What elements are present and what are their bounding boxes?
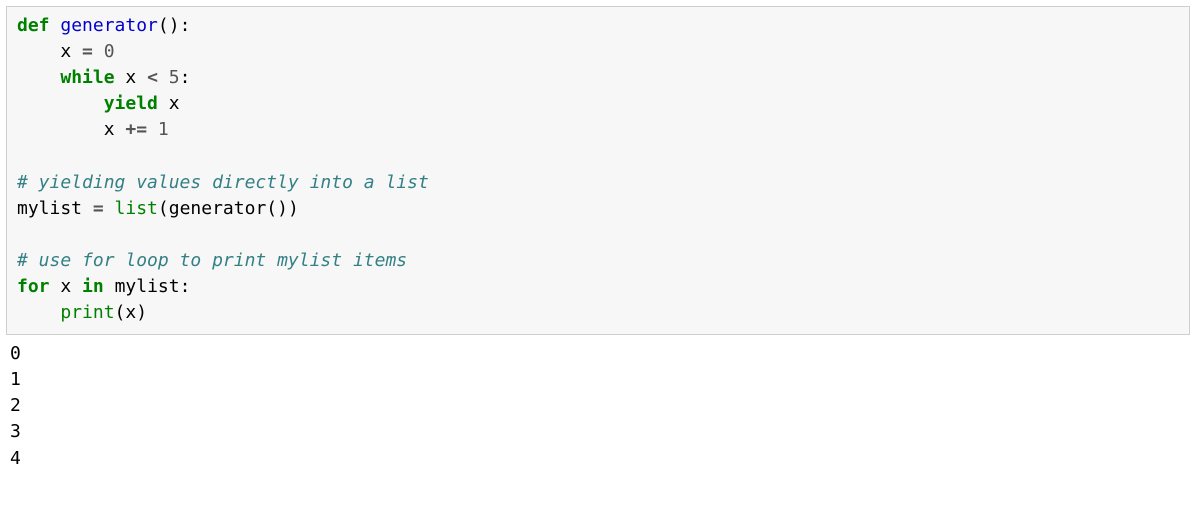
space xyxy=(104,198,115,219)
output-line: 1 xyxy=(10,369,21,390)
builtin-list: list xyxy=(115,198,158,219)
space xyxy=(50,276,61,297)
output-line: 2 xyxy=(10,395,21,416)
func-call: generator xyxy=(169,198,267,219)
var-mylist: mylist xyxy=(17,198,93,219)
space xyxy=(93,41,104,62)
operator-assign: = xyxy=(93,198,104,219)
var-x: x xyxy=(125,67,147,88)
output-line: 0 xyxy=(10,343,21,364)
operator-assign: = xyxy=(82,41,93,62)
comment: # use for loop to print mylist items xyxy=(17,250,407,271)
keyword-for: for xyxy=(17,276,50,297)
number-zero: 0 xyxy=(104,41,115,62)
output-block: 0 1 2 3 4 xyxy=(6,341,1190,471)
code-content: def generator(): x = 0 while x < 5: yiel… xyxy=(17,15,429,323)
number-five: 5 xyxy=(169,67,180,88)
var-x: x xyxy=(169,93,180,114)
operator-plusassign: += xyxy=(125,119,147,140)
keyword-in: in xyxy=(82,276,104,297)
builtin-print: print xyxy=(60,302,114,323)
keyword-while: while xyxy=(60,67,114,88)
indent xyxy=(17,41,60,62)
var-x: x xyxy=(60,41,82,62)
var-x: x xyxy=(104,119,126,140)
rparen: ) xyxy=(136,302,147,323)
colon: : xyxy=(180,67,191,88)
var-x: x xyxy=(60,276,82,297)
space xyxy=(147,119,158,140)
space xyxy=(158,93,169,114)
output-line: 4 xyxy=(10,448,21,469)
var-mylist: mylist xyxy=(115,276,180,297)
operator-lt: < xyxy=(147,67,158,88)
keyword-yield: yield xyxy=(104,93,158,114)
lparen: ( xyxy=(115,302,126,323)
arg-x: x xyxy=(125,302,136,323)
indent xyxy=(17,119,104,140)
paren-colon: (): xyxy=(158,15,191,36)
comment: # yielding values directly into a list xyxy=(17,172,429,193)
space xyxy=(50,15,61,36)
number-one: 1 xyxy=(158,119,169,140)
indent xyxy=(17,302,60,323)
lparen: ( xyxy=(158,198,169,219)
call-args: ()) xyxy=(266,198,299,219)
colon: : xyxy=(180,276,191,297)
output-line: 3 xyxy=(10,421,21,442)
space xyxy=(115,67,126,88)
keyword-def: def xyxy=(17,15,50,36)
space xyxy=(158,67,169,88)
code-block: def generator(): x = 0 while x < 5: yiel… xyxy=(6,6,1190,335)
space xyxy=(104,276,115,297)
indent xyxy=(17,93,104,114)
func-name: generator xyxy=(60,15,158,36)
indent xyxy=(17,67,60,88)
